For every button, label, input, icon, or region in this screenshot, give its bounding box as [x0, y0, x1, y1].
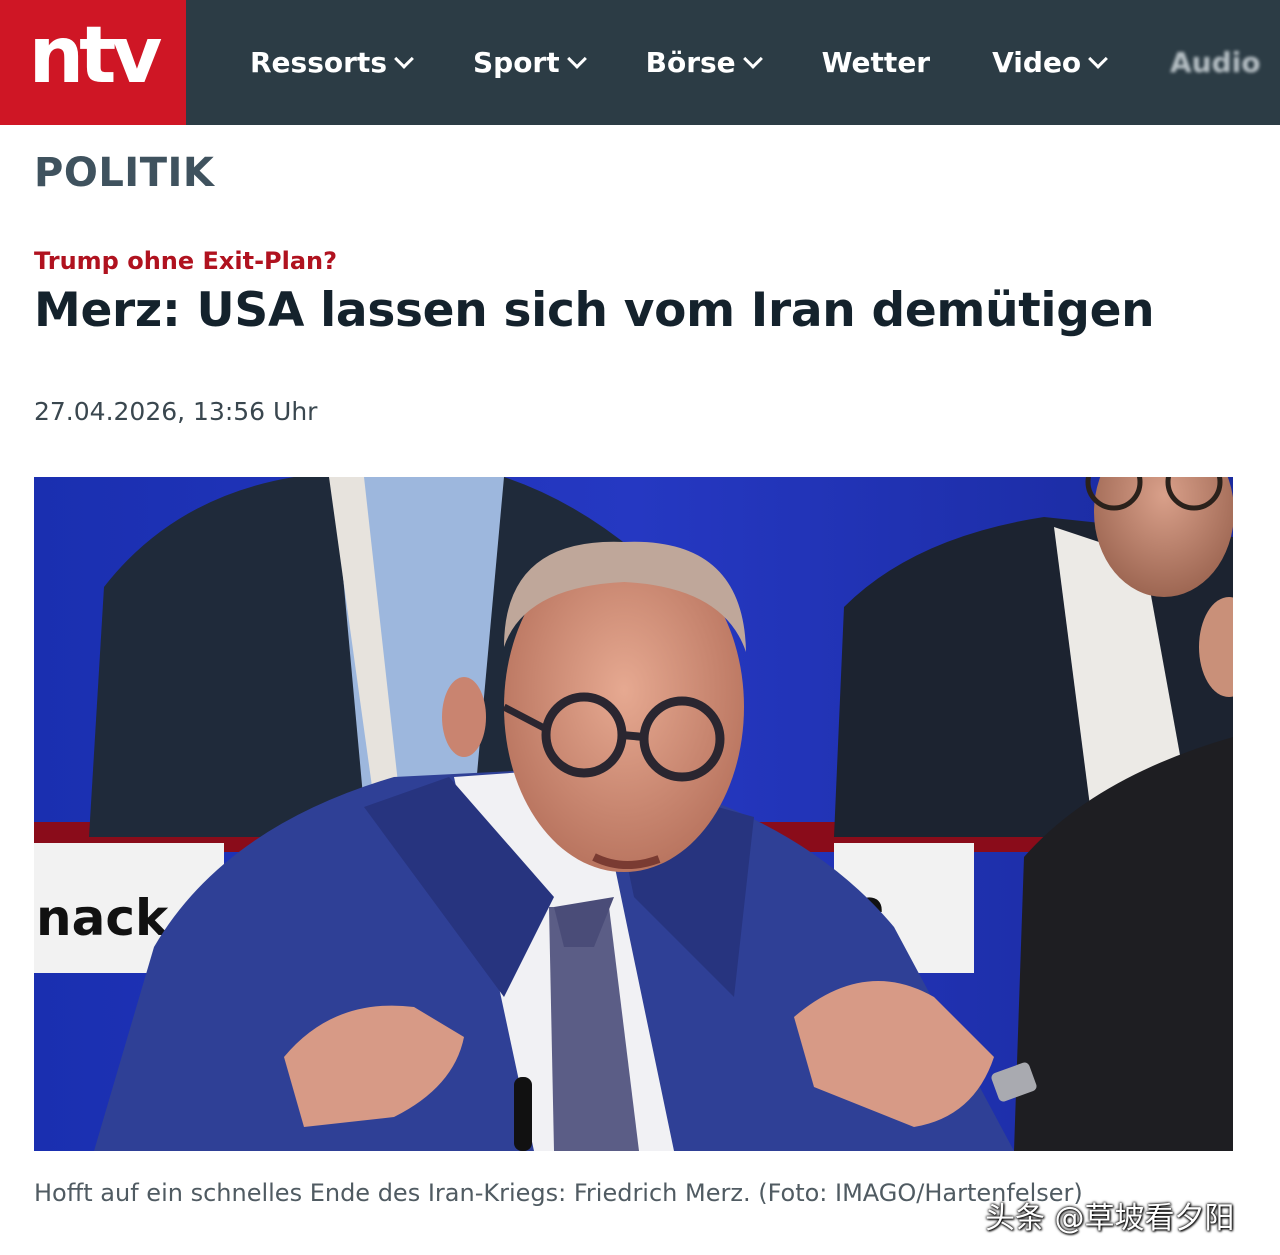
nav-label: Ressorts [250, 46, 387, 79]
top-navigation-bar: ntv Ressorts Sport Börse Wetter Video Au… [0, 0, 1280, 125]
chevron-down-icon [566, 48, 587, 69]
nav-label: Video [992, 46, 1082, 79]
chevron-down-icon [742, 48, 763, 69]
photo-caption: Hofft auf ein schnelles Ende des Iran-Kr… [34, 1179, 1083, 1207]
article-photo[interactable]: nack e [34, 477, 1233, 1151]
nav-label: Wetter [821, 46, 931, 79]
nav-label: Audio [1170, 46, 1261, 79]
nav-item-ressorts[interactable]: Ressorts [250, 46, 414, 79]
logo-text: ntv [28, 10, 163, 101]
nav-label: Sport [472, 46, 560, 79]
nameplate-left: nack [36, 889, 170, 947]
chevron-down-icon [1088, 48, 1109, 69]
photo-illustration: nack e [34, 477, 1233, 1151]
nav-item-boerse[interactable]: Börse [645, 46, 763, 79]
nav-item-video[interactable]: Video [992, 46, 1109, 79]
nav-label: Börse [645, 46, 736, 79]
main-nav: Ressorts Sport Börse Wetter Video Audio [250, 0, 1260, 125]
watermark: 头条 @草坡看夕阳 [985, 1201, 1235, 1236]
ntv-logo[interactable]: ntv [0, 0, 186, 125]
article-kicker: Trump ohne Exit-Plan? [34, 247, 338, 275]
article-date: 27.04.2026, 13:56 Uhr [34, 397, 318, 426]
nav-item-wetter[interactable]: Wetter [822, 46, 930, 79]
chevron-down-icon [394, 48, 414, 69]
nav-item-sport[interactable]: Sport [472, 46, 587, 79]
section-label[interactable]: POLITIK [34, 150, 214, 196]
nav-item-audio[interactable]: Audio [1170, 46, 1260, 79]
article-headline: Merz: USA lassen sich vom Iran demütigen [34, 283, 1155, 338]
